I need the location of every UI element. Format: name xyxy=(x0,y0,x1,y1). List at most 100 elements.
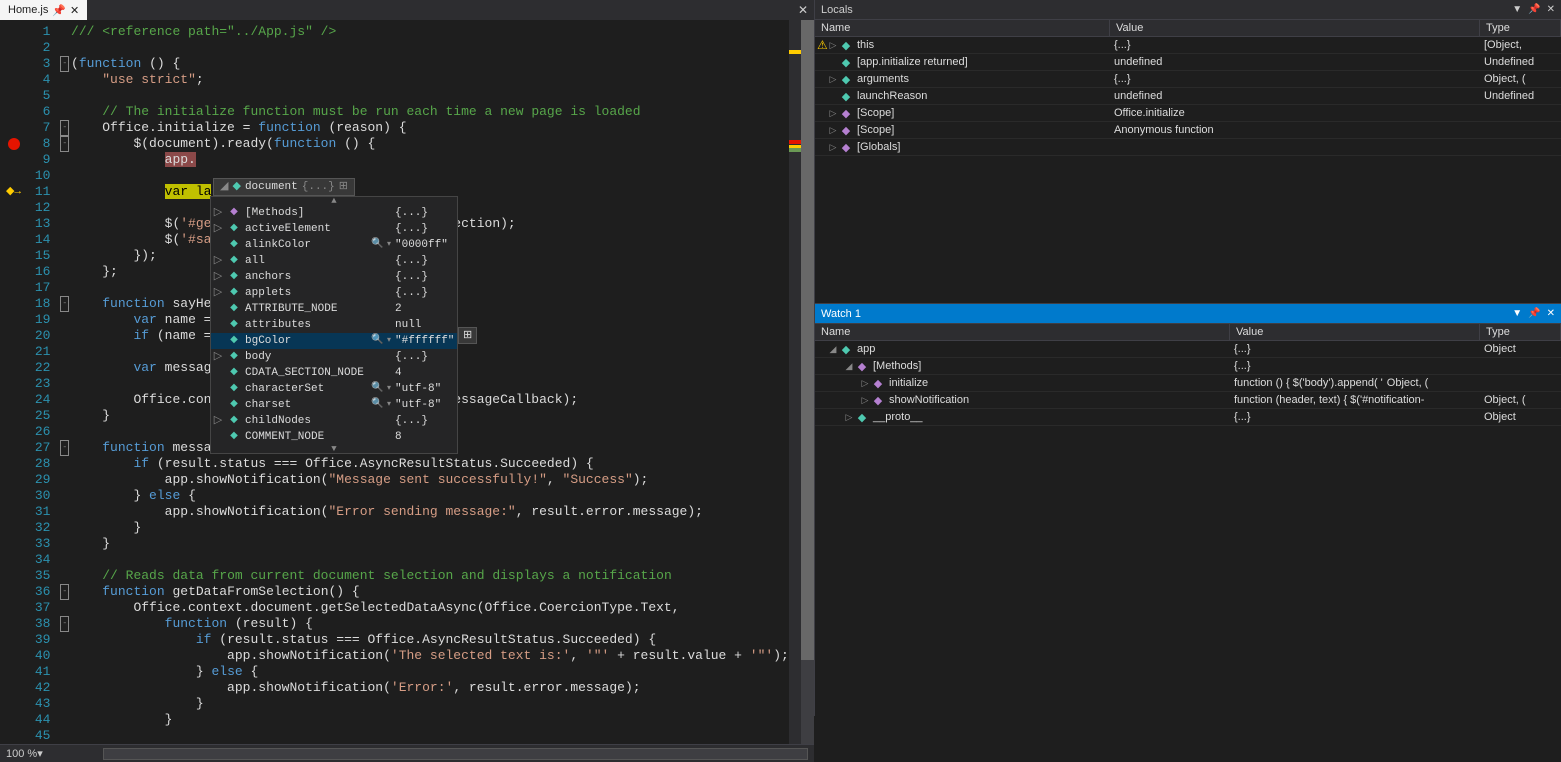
close-all-icon[interactable]: ✕ xyxy=(792,3,814,17)
code-line[interactable]: (function () { xyxy=(71,56,789,72)
col-name[interactable]: Name xyxy=(815,324,1230,340)
expander-icon[interactable]: ▷ xyxy=(213,253,223,269)
code-line[interactable]: /// <reference path="../App.js" /> xyxy=(71,24,789,40)
expander-icon[interactable]: ◢ xyxy=(843,361,855,372)
expander-icon[interactable]: ▷ xyxy=(827,125,839,136)
col-value[interactable]: Value xyxy=(1230,324,1480,340)
intellisense-item[interactable]: ▷◆anchors{...} xyxy=(211,269,457,285)
breakpoint-icon[interactable] xyxy=(8,138,20,150)
expander-icon[interactable]: ▷ xyxy=(859,378,871,389)
table-row[interactable]: ▷◆initializefunction () { $('body').appe… xyxy=(815,375,1561,392)
expander-icon[interactable]: ▷ xyxy=(213,205,223,221)
code-editor[interactable]: ◆→ 1234567891011121314151617181920212223… xyxy=(0,20,814,744)
debug-tooltip[interactable]: ◢ ◆ document {...} ⊞ xyxy=(213,178,355,196)
fold-toggle-icon[interactable]: - xyxy=(60,136,69,152)
table-row[interactable]: ◆[app.initialize returned]undefinedUndef… xyxy=(815,54,1561,71)
code-line[interactable] xyxy=(71,40,789,56)
code-line[interactable]: Office.initialize = function (reason) { xyxy=(71,120,789,136)
dropdown-icon[interactable]: ▼ xyxy=(1512,308,1522,319)
file-tab[interactable]: Home.js 📌 ✕ xyxy=(0,0,87,20)
expander-icon[interactable]: ◢ xyxy=(220,179,228,195)
intellisense-item[interactable]: ▷◆applets{...} xyxy=(211,285,457,301)
col-type[interactable]: Type xyxy=(1480,20,1561,36)
scroll-up-icon[interactable]: ▲ xyxy=(211,197,457,205)
code-line[interactable]: app. xyxy=(71,152,789,168)
pin-icon[interactable]: 📌 xyxy=(1528,4,1540,15)
table-row[interactable]: ◆launchReasonundefinedUndefined xyxy=(815,88,1561,105)
intellisense-item[interactable]: ◆charset🔍▾"utf-8" xyxy=(211,397,457,413)
code-line[interactable]: app.showNotification("Error sending mess… xyxy=(71,504,789,520)
table-row[interactable]: ◢◆[Methods]{...} xyxy=(815,358,1561,375)
intellisense-item[interactable]: ▷◆childNodes{...} xyxy=(211,413,457,429)
col-value[interactable]: Value xyxy=(1110,20,1480,36)
code-line[interactable] xyxy=(71,728,789,744)
code-line[interactable] xyxy=(71,88,789,104)
expander-icon[interactable]: ◢ xyxy=(827,344,839,355)
fold-toggle-icon[interactable]: - xyxy=(60,440,69,456)
expand-right-icon[interactable]: ⊞ xyxy=(339,179,348,195)
code-line[interactable]: } xyxy=(71,536,789,552)
expander-icon[interactable]: ▷ xyxy=(843,412,855,423)
code-line[interactable]: if (result.status === Office.AsyncResult… xyxy=(71,632,789,648)
close-icon[interactable]: ✕ xyxy=(70,4,79,17)
code-line[interactable]: // The initialize function must be run e… xyxy=(71,104,789,120)
code-line[interactable]: app.showNotification('Error:', result.er… xyxy=(71,680,789,696)
zoom-level[interactable]: 100 % xyxy=(6,748,37,760)
table-row[interactable]: ⚠▷◆this{...}[Object, xyxy=(815,37,1561,54)
table-row[interactable]: ▷◆arguments{...}Object, ( xyxy=(815,71,1561,88)
close-icon[interactable]: ✕ xyxy=(1547,308,1555,319)
col-name[interactable]: Name xyxy=(815,20,1110,36)
intellisense-item[interactable]: ◆ATTRIBUTE_NODE2 xyxy=(211,301,457,317)
expander-icon[interactable]: ▷ xyxy=(827,40,839,51)
expander-icon[interactable]: ▷ xyxy=(827,74,839,85)
intellisense-item[interactable]: ◆alinkColor🔍▾"0000ff" xyxy=(211,237,457,253)
code-line[interactable]: function (result) { xyxy=(71,616,789,632)
expander-icon[interactable]: ▷ xyxy=(859,395,871,406)
expander-icon[interactable]: ▷ xyxy=(213,349,223,365)
fold-toggle-icon[interactable]: - xyxy=(60,616,69,632)
code-line[interactable]: $(document).ready(function () { xyxy=(71,136,789,152)
code-line[interactable]: app.showNotification("Message sent succe… xyxy=(71,472,789,488)
expander-icon[interactable]: ▷ xyxy=(827,142,839,153)
magnifier-icon[interactable]: 🔍 xyxy=(371,333,383,349)
intellisense-item[interactable]: ◆bgColor🔍▾"#ffffff" xyxy=(211,333,457,349)
expander-icon[interactable]: ▷ xyxy=(827,108,839,119)
col-type[interactable]: Type xyxy=(1480,324,1561,340)
scroll-down-icon[interactable]: ▼ xyxy=(211,445,457,453)
code-line[interactable]: } else { xyxy=(71,488,789,504)
intellisense-item[interactable]: ◆CDATA_SECTION_NODE4 xyxy=(211,365,457,381)
pin-icon[interactable]: 📌 xyxy=(1528,308,1540,319)
close-icon[interactable]: ✕ xyxy=(1547,4,1555,15)
intellisense-item[interactable]: ▷◆all{...} xyxy=(211,253,457,269)
vertical-scrollbar[interactable] xyxy=(801,20,814,744)
dropdown-icon[interactable]: ▼ xyxy=(1512,4,1522,15)
intellisense-item[interactable]: ◆characterSet🔍▾"utf-8" xyxy=(211,381,457,397)
expander-icon[interactable]: ▷ xyxy=(213,221,223,237)
intellisense-item[interactable]: ◆COMMENT_NODE8 xyxy=(211,429,457,445)
table-row[interactable]: ▷◆__proto__{...}Object xyxy=(815,409,1561,426)
intellisense-item[interactable]: ▷◆[Methods]{...} xyxy=(211,205,457,221)
code-line[interactable]: if (result.status === Office.AsyncResult… xyxy=(71,456,789,472)
code-line[interactable]: } xyxy=(71,696,789,712)
table-row[interactable]: ▷◆[Globals] xyxy=(815,139,1561,156)
expander-icon[interactable]: ▷ xyxy=(213,269,223,285)
locals-title-bar[interactable]: Locals ▼ 📌 ✕ xyxy=(815,0,1561,20)
magnifier-icon[interactable]: 🔍 xyxy=(371,237,383,253)
code-line[interactable]: "use strict"; xyxy=(71,72,789,88)
expand-side-tooltip[interactable]: ⊞ xyxy=(458,327,477,344)
code-line[interactable]: } xyxy=(71,712,789,728)
code-line[interactable] xyxy=(71,168,789,184)
table-row[interactable]: ▷◆[Scope]Anonymous function xyxy=(815,122,1561,139)
table-row[interactable]: ◢◆app{...}Object xyxy=(815,341,1561,358)
code-line[interactable]: function getDataFromSelection() { xyxy=(71,584,789,600)
expander-icon[interactable]: ▷ xyxy=(213,413,223,429)
table-row[interactable]: ▷◆[Scope]Office.initialize xyxy=(815,105,1561,122)
overview-ruler[interactable] xyxy=(789,20,802,744)
code-line[interactable] xyxy=(71,552,789,568)
intellisense-item[interactable]: ◆attributesnull xyxy=(211,317,457,333)
code-line[interactable]: Office.context.document.getSelectedDataA… xyxy=(71,600,789,616)
intellisense-popup[interactable]: ▲ ▷◆[Methods]{...}▷◆activeElement{...}◆a… xyxy=(210,196,458,454)
code-line[interactable]: } else { xyxy=(71,664,789,680)
fold-toggle-icon[interactable]: - xyxy=(60,56,69,72)
code-line[interactable]: // Reads data from current document sele… xyxy=(71,568,789,584)
